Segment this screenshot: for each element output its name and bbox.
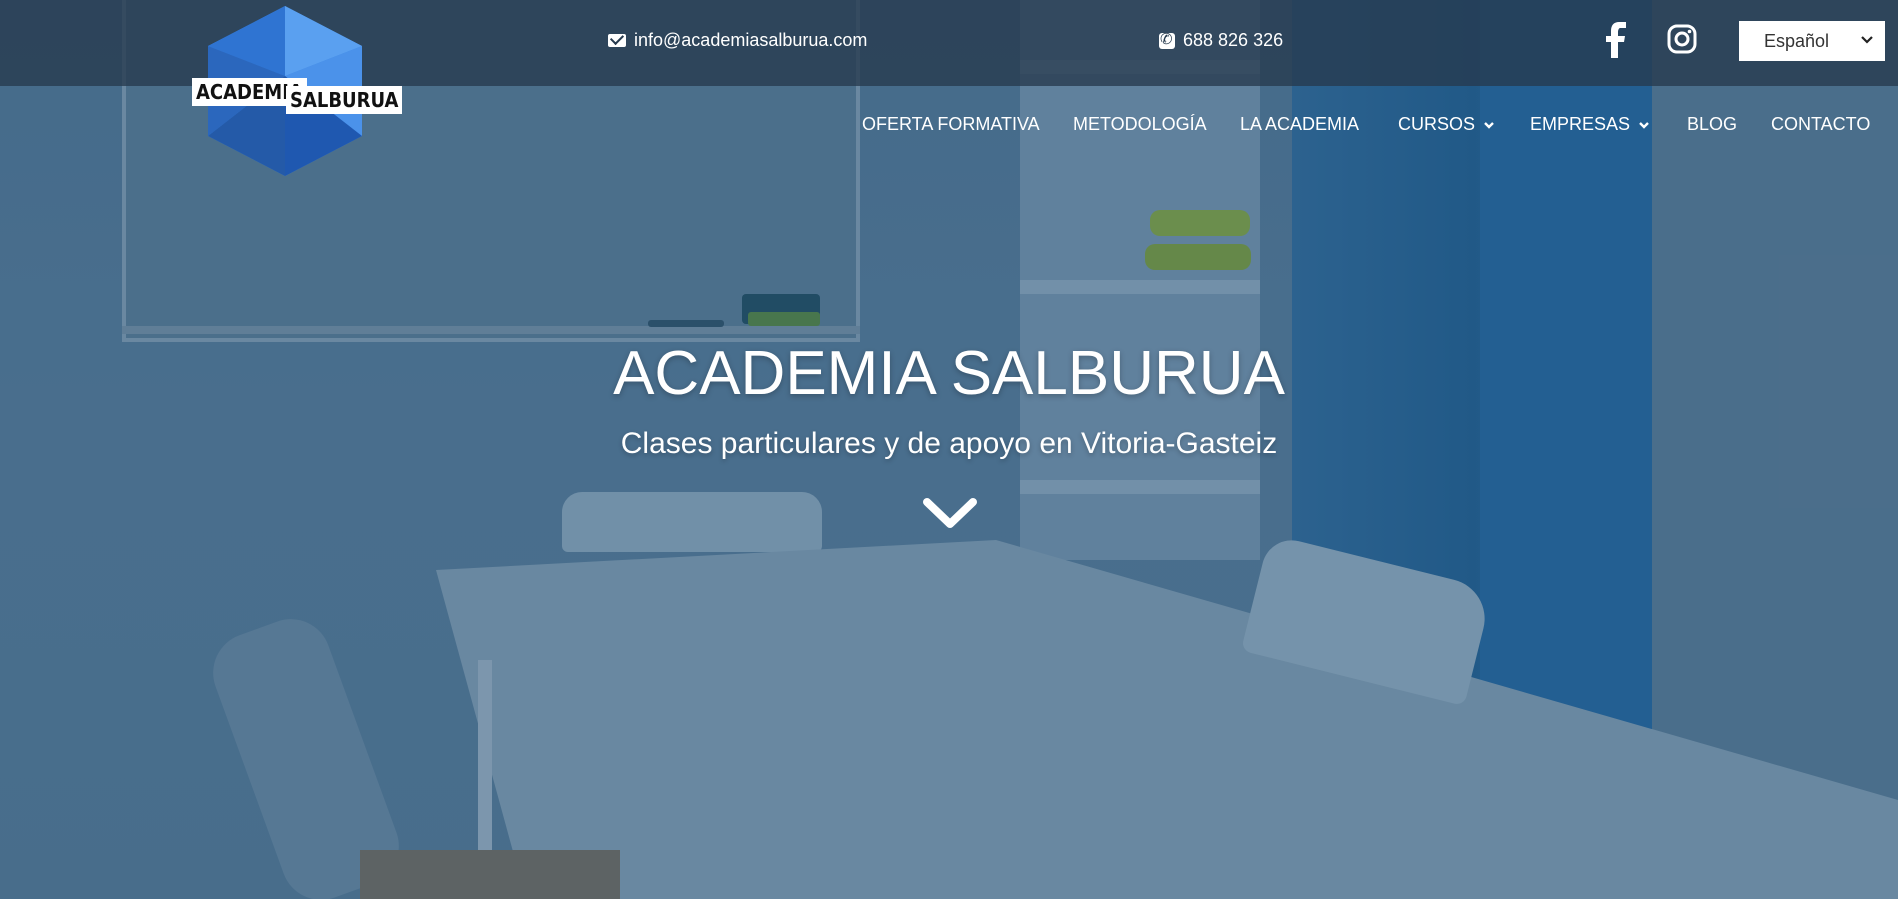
nav-item-metodologia[interactable]: METODOLOGÍA bbox=[1073, 114, 1207, 135]
facebook-icon[interactable] bbox=[1602, 22, 1630, 58]
nav-item-contacto[interactable]: CONTACTO bbox=[1771, 114, 1870, 135]
phone-link[interactable]: 688 826 326 bbox=[1159, 30, 1283, 51]
chevron-down-icon bbox=[1484, 121, 1494, 129]
email-link[interactable]: info@academiasalburua.com bbox=[608, 30, 867, 51]
instagram-icon[interactable] bbox=[1667, 24, 1697, 54]
nav-label: LA ACADEMIA bbox=[1240, 114, 1360, 134]
nav-label: CONTACTO bbox=[1771, 114, 1871, 134]
language-select[interactable]: Español bbox=[1739, 21, 1885, 61]
hero-title: ACADEMIA SALBURUA bbox=[613, 339, 1285, 408]
nav-label: OFERTA FORMATIVA bbox=[862, 114, 1040, 134]
site-logo[interactable]: ACADEMIA SALBURUA bbox=[190, 6, 403, 176]
nav-item-oferta-formativa[interactable]: OFERTA FORMATIVA bbox=[862, 114, 1040, 135]
chevron-down-icon bbox=[1639, 121, 1649, 129]
nav-item-empresas[interactable]: EMPRESAS bbox=[1530, 114, 1650, 135]
envelope-icon bbox=[608, 34, 626, 47]
language-selected: Español bbox=[1764, 30, 1830, 51]
nav-label: METODOLOGÍA bbox=[1073, 114, 1207, 134]
chevron-down-icon[interactable] bbox=[921, 494, 979, 532]
logo-text-line2: SALBURUA bbox=[286, 86, 403, 114]
nav-label: EMPRESAS bbox=[1530, 114, 1631, 134]
phone-text: 688 826 326 bbox=[1183, 30, 1284, 50]
chevron-down-icon bbox=[1861, 36, 1873, 44]
nav-label: BLOG bbox=[1687, 114, 1738, 134]
hero-subtitle: Clases particulares y de apoyo en Vitori… bbox=[620, 427, 1278, 460]
email-text: info@academiasalburua.com bbox=[634, 30, 868, 50]
nav-item-blog[interactable]: BLOG bbox=[1687, 114, 1737, 135]
nav-item-la-academia[interactable]: LA ACADEMIA bbox=[1240, 114, 1359, 135]
nav-label: CURSOS bbox=[1398, 114, 1476, 134]
phone-icon bbox=[1159, 31, 1175, 49]
nav-item-cursos[interactable]: CURSOS bbox=[1398, 114, 1495, 135]
